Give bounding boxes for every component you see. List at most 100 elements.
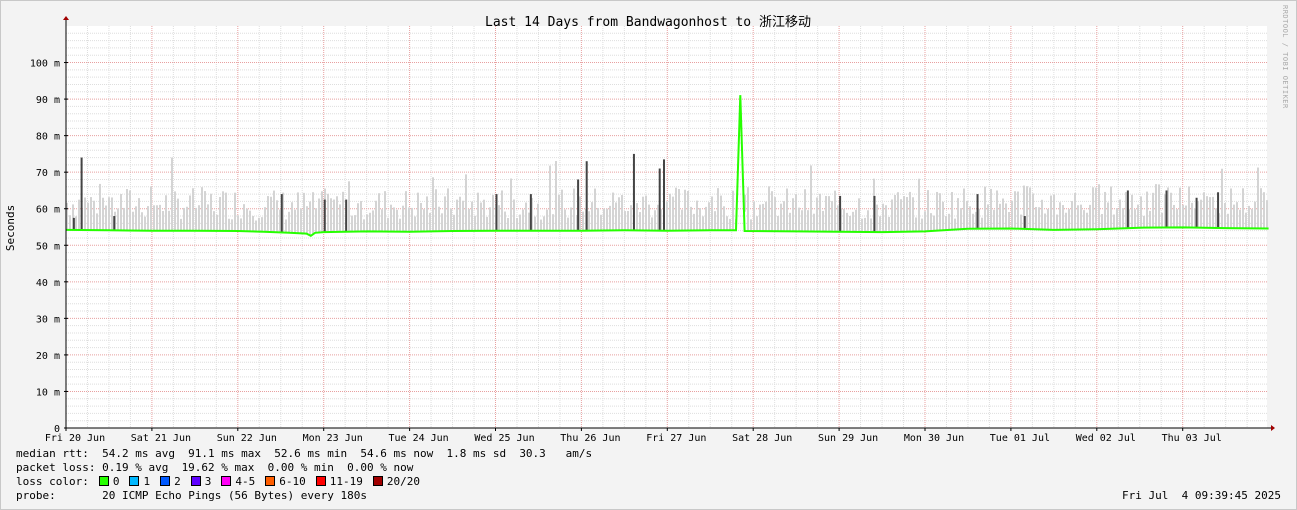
loss-swatch bbox=[265, 476, 276, 486]
smoke-bar bbox=[864, 217, 866, 232]
smoke-bar bbox=[1158, 184, 1160, 228]
smoke-bar bbox=[552, 214, 554, 231]
y-tick-label: 50 m bbox=[36, 241, 60, 252]
smoke-bar bbox=[153, 205, 155, 231]
smoke-bar bbox=[222, 191, 224, 231]
smoke-bar bbox=[843, 208, 845, 232]
smoke-bar bbox=[75, 216, 77, 231]
smoke-bar bbox=[186, 206, 188, 231]
smoke-bar bbox=[1077, 205, 1079, 230]
smoke-bar bbox=[690, 206, 692, 231]
smoke-bar bbox=[315, 208, 317, 233]
loss-swatch bbox=[190, 476, 201, 486]
smoke-bar bbox=[1209, 197, 1211, 228]
smoke-bar bbox=[618, 197, 620, 231]
smoke-bar bbox=[438, 206, 440, 232]
loss-swatch bbox=[160, 476, 171, 486]
smoke-bar bbox=[786, 188, 788, 232]
smoke-bar bbox=[537, 203, 539, 231]
smoke-bar bbox=[264, 207, 266, 232]
smoke-bar bbox=[759, 204, 761, 232]
smoke-bar bbox=[1179, 187, 1181, 228]
y-tick-label: 80 m bbox=[36, 132, 60, 143]
smoke-bar bbox=[501, 190, 503, 231]
smoke-bar bbox=[834, 190, 836, 232]
smoke-bar bbox=[93, 200, 95, 231]
smoke-bar bbox=[483, 199, 485, 231]
smoke-bar bbox=[336, 196, 338, 232]
smoke-bar bbox=[1104, 191, 1106, 229]
smoke-bar bbox=[354, 215, 356, 232]
smoke-bar bbox=[333, 199, 335, 232]
smoke-bar bbox=[225, 192, 227, 231]
smoke-bar bbox=[198, 205, 200, 231]
smoke-bar bbox=[714, 211, 716, 231]
smoke-bar bbox=[651, 217, 653, 231]
smoke-bar bbox=[1233, 204, 1235, 229]
smoke-bar bbox=[1098, 184, 1100, 230]
smoke-bar bbox=[981, 217, 983, 229]
smoke-bar bbox=[1212, 196, 1214, 228]
smoke-bar bbox=[1185, 205, 1187, 228]
smoke-bar bbox=[420, 202, 422, 232]
smoke-bar bbox=[117, 208, 119, 231]
smoke-bar bbox=[147, 206, 149, 231]
smoke-bar bbox=[813, 213, 815, 232]
smoke-bar bbox=[852, 211, 854, 232]
x-tick-label: Thu 03 Jul bbox=[1162, 433, 1222, 444]
smoke-bar bbox=[966, 201, 968, 229]
smoke-bar bbox=[330, 198, 332, 233]
x-tick-label: Tue 01 Jul bbox=[990, 433, 1050, 444]
smoke-bar bbox=[327, 193, 329, 233]
smoke-bar bbox=[771, 191, 773, 232]
smoke-bar bbox=[1143, 215, 1145, 228]
smoke-bar bbox=[150, 186, 152, 231]
timestamp: Fri Jul 4 09:39:45 2025 bbox=[1122, 489, 1281, 502]
smoke-bar bbox=[1074, 192, 1076, 230]
spike-mark bbox=[1126, 190, 1129, 229]
smoke-bar bbox=[183, 207, 185, 231]
smoke-bar bbox=[165, 195, 167, 231]
y-tick-labels: 010 m20 m30 m40 m50 m60 m70 m80 m90 m100… bbox=[30, 59, 60, 435]
smoke-bar bbox=[240, 218, 242, 232]
smoke-bar bbox=[963, 188, 965, 230]
smoke-bar bbox=[1011, 200, 1013, 229]
smoke-bar bbox=[375, 200, 377, 232]
smoke-bar bbox=[900, 199, 902, 232]
smoke-bar bbox=[1059, 202, 1061, 230]
spike-mark bbox=[585, 161, 588, 231]
smoke-bar bbox=[816, 197, 818, 232]
smoke-bar bbox=[504, 211, 506, 231]
smoke-bar bbox=[1002, 198, 1004, 229]
spike-mark bbox=[658, 168, 661, 231]
x-tick-label: Wed 25 Jun bbox=[474, 433, 534, 444]
y-tick-label: 40 m bbox=[36, 278, 60, 289]
spike-mark bbox=[72, 217, 75, 230]
smoke-bar bbox=[444, 196, 446, 232]
smoke-bar bbox=[990, 188, 992, 229]
smoke-bar bbox=[921, 218, 923, 232]
smoke-bar bbox=[669, 193, 671, 231]
smoke-bar bbox=[942, 201, 944, 231]
smoke-bar bbox=[549, 165, 551, 231]
smoke-bar bbox=[78, 199, 80, 231]
loss-legend-label: 1 bbox=[143, 475, 151, 488]
smoke-bar bbox=[711, 196, 713, 231]
latency-chart: 010 m20 m30 m40 m50 m60 m70 m80 m90 m100… bbox=[4, 15, 1275, 444]
smoke-bar bbox=[468, 208, 470, 231]
smoke-bar bbox=[195, 207, 197, 231]
smoke-bar bbox=[522, 209, 524, 231]
smoke-bar bbox=[807, 210, 809, 232]
smoke-bar bbox=[174, 191, 176, 231]
y-tick-label: 30 m bbox=[36, 314, 60, 325]
smoke-bar bbox=[216, 214, 218, 231]
x-tick-label: Mon 23 Jun bbox=[303, 433, 363, 444]
smoke-bar bbox=[1206, 196, 1208, 228]
smoke-bar bbox=[846, 212, 848, 232]
smoke-bar bbox=[939, 193, 941, 231]
smoke-bar bbox=[408, 207, 410, 232]
smoke-bar bbox=[705, 206, 707, 231]
smoke-bar bbox=[885, 205, 887, 233]
smoke-bar bbox=[570, 207, 572, 231]
x-tick-label: Sat 28 Jun bbox=[732, 433, 792, 444]
